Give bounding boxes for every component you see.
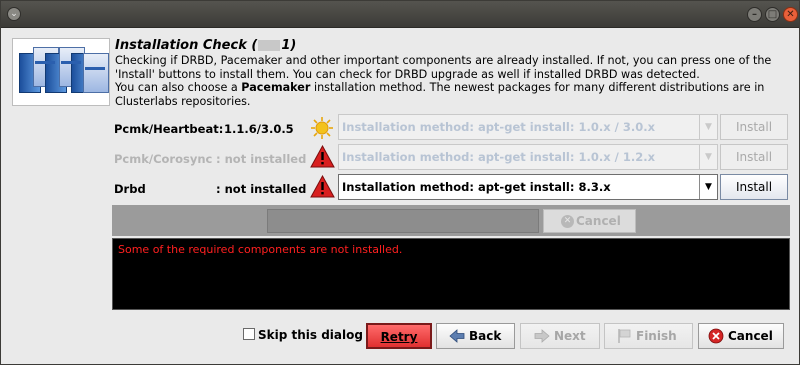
pacemaker-corosync-status: : not installed xyxy=(216,152,307,166)
pacemaker-corosync-label: Pcmk/Corosync xyxy=(114,152,213,166)
arrow-left-icon xyxy=(449,329,465,343)
title-bar[interactable]: ⌄ – □ ✕ xyxy=(1,1,799,28)
drbd-method-select[interactable]: Installation method: apt-get install: 8.… xyxy=(338,174,718,200)
pacemaker-heartbeat-method-select[interactable]: Installation method: apt-get install: 1.… xyxy=(338,114,718,140)
skip-dialog-checkbox[interactable]: Skip this dialog xyxy=(243,328,363,342)
progress-bar xyxy=(267,209,539,233)
cancel-button[interactable]: Cancel xyxy=(698,323,784,349)
checkbox-icon[interactable] xyxy=(243,328,255,340)
warning-icon xyxy=(310,175,335,198)
installation-check-window: ⌄ – □ ✕ Installation Check (1) Checking … xyxy=(0,0,800,365)
pacemaker-heartbeat-label: Pcmk/Heartbeat: xyxy=(114,122,224,136)
finish-button[interactable]: Finish xyxy=(604,323,693,349)
pacemaker-corosync-method-select[interactable]: Installation method: apt-get install: 1.… xyxy=(338,144,718,170)
chevron-down-icon: ▼ xyxy=(699,115,717,139)
arrow-right-icon xyxy=(534,329,550,343)
next-button[interactable]: Next xyxy=(520,323,600,349)
install-pacemaker-corosync-button[interactable]: Install xyxy=(720,144,788,170)
drbd-status: : not installed xyxy=(216,182,307,196)
drbd-label: Drbd xyxy=(114,182,146,196)
redacted-text xyxy=(258,40,281,51)
description: Checking if DRBD, Pacemaker and other im… xyxy=(115,54,772,108)
error-message: Some of the required components are not … xyxy=(118,243,403,256)
pacemaker-heartbeat-version: 1.1.6/3.0.5 xyxy=(224,122,294,136)
retry-button[interactable]: Retry xyxy=(366,323,432,349)
finish-flag-icon xyxy=(618,329,631,343)
install-drbd-button[interactable]: Install xyxy=(720,174,788,200)
window-menu-icon[interactable]: ⌄ xyxy=(7,7,21,21)
sun-icon xyxy=(311,117,333,139)
output-console: Some of the required components are not … xyxy=(112,238,790,310)
product-boxes-logo xyxy=(12,38,110,106)
maximize-button[interactable]: □ xyxy=(765,7,780,22)
warning-icon xyxy=(310,145,335,168)
back-button[interactable]: Back xyxy=(436,323,515,349)
close-window-button[interactable]: ✕ xyxy=(783,7,798,22)
page-title: Installation Check (1) xyxy=(115,38,297,53)
cancel-icon xyxy=(708,328,724,344)
chevron-down-icon: ▼ xyxy=(699,145,717,169)
chevron-down-icon: ▼ xyxy=(699,175,717,199)
minimize-button[interactable]: – xyxy=(747,7,762,22)
cancel-progress-button[interactable]: ✕ Cancel xyxy=(543,209,636,233)
install-pacemaker-heartbeat-button[interactable]: Install xyxy=(720,114,788,140)
cancel-icon: ✕ xyxy=(561,215,574,228)
